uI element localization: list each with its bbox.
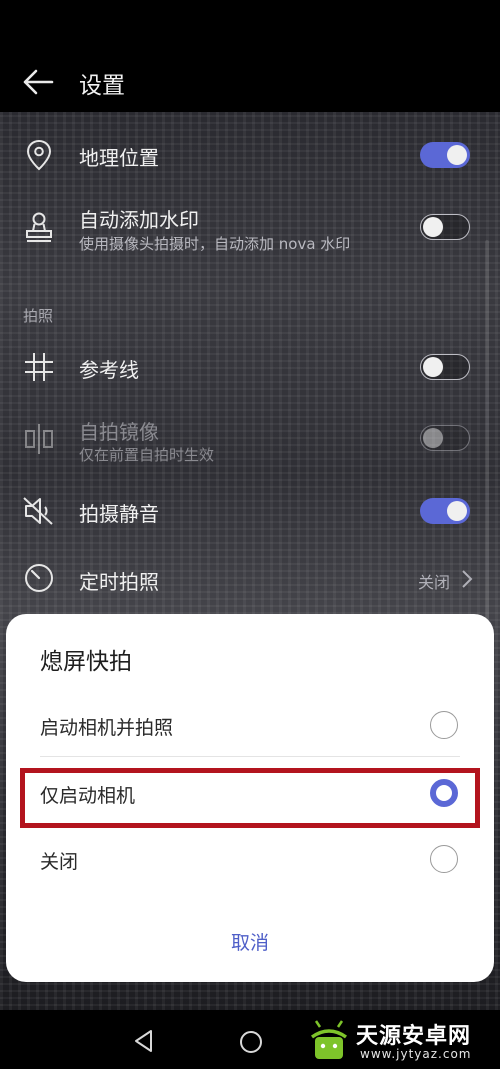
radio-button[interactable] [430,711,458,739]
setting-label: 拍摄静音 [79,502,159,526]
grid-icon [25,353,53,381]
location-toggle[interactable] [420,142,470,168]
setting-row-mute[interactable]: 拍摄静音 [0,486,500,536]
location-pin-icon [26,139,52,171]
nav-home-icon[interactable] [238,1029,264,1055]
option-label: 启动相机并拍照 [40,717,174,739]
option-off[interactable]: 关闭 [6,832,494,888]
watermark-url: www.jytyaz.com [360,1047,472,1061]
nav-back-icon[interactable] [131,1028,157,1054]
timer-icon [25,564,53,592]
setting-label: 自动添加水印 [79,208,199,232]
mute-toggle[interactable] [420,498,470,524]
setting-label: 定时拍照 [79,570,159,594]
watermark-toggle[interactable] [420,214,470,240]
option-launch-and-capture[interactable]: 启动相机并拍照 [6,698,494,754]
watermark-logo-icon [310,1020,348,1059]
divider [40,756,460,757]
radio-button[interactable] [430,845,458,873]
dialog-title: 熄屏快拍 [40,649,132,675]
settings-header: 设置 [0,56,500,108]
timer-value: 关闭 [417,573,450,592]
setting-row-mirror: 自拍镜像 仅在前置自拍时生效 [0,408,500,474]
setting-row-grid[interactable]: 参考线 [0,342,500,392]
screen-off-snapshot-dialog: 熄屏快拍 启动相机并拍照 仅启动相机 关闭 取消 [6,614,494,982]
setting-sublabel: 仅在前置自拍时生效 [79,446,215,464]
annotation-highlight-box [20,768,480,828]
scrollbar[interactable] [485,240,489,620]
setting-row-watermark[interactable]: 自动添加水印 使用摄像头拍摄时，自动添加 nova 水印 [0,198,500,264]
setting-row-location[interactable]: 地理位置 [0,130,500,180]
cancel-button[interactable]: 取消 [200,926,300,960]
option-label: 关闭 [40,851,79,873]
stamp-icon [26,212,52,242]
setting-label: 参考线 [79,358,139,382]
page-title: 设置 [79,73,125,99]
mirror-icon [25,424,53,454]
setting-sublabel: 使用摄像头拍摄时，自动添加 nova 水印 [79,235,351,253]
mute-speaker-icon [23,497,53,525]
watermark-title: 天源安卓网 [356,1024,472,1049]
chevron-right-icon [462,570,473,588]
section-header-photo: 拍照 [23,307,54,325]
setting-label: 自拍镜像 [79,420,159,444]
site-watermark: 天源安卓网 www.jytyaz.com [300,1014,500,1069]
back-arrow-icon[interactable] [22,68,54,96]
grid-toggle[interactable] [420,354,470,380]
setting-label: 地理位置 [79,146,159,170]
setting-row-timer[interactable]: 定时拍照 关闭 [0,554,500,604]
mirror-toggle [420,425,470,451]
